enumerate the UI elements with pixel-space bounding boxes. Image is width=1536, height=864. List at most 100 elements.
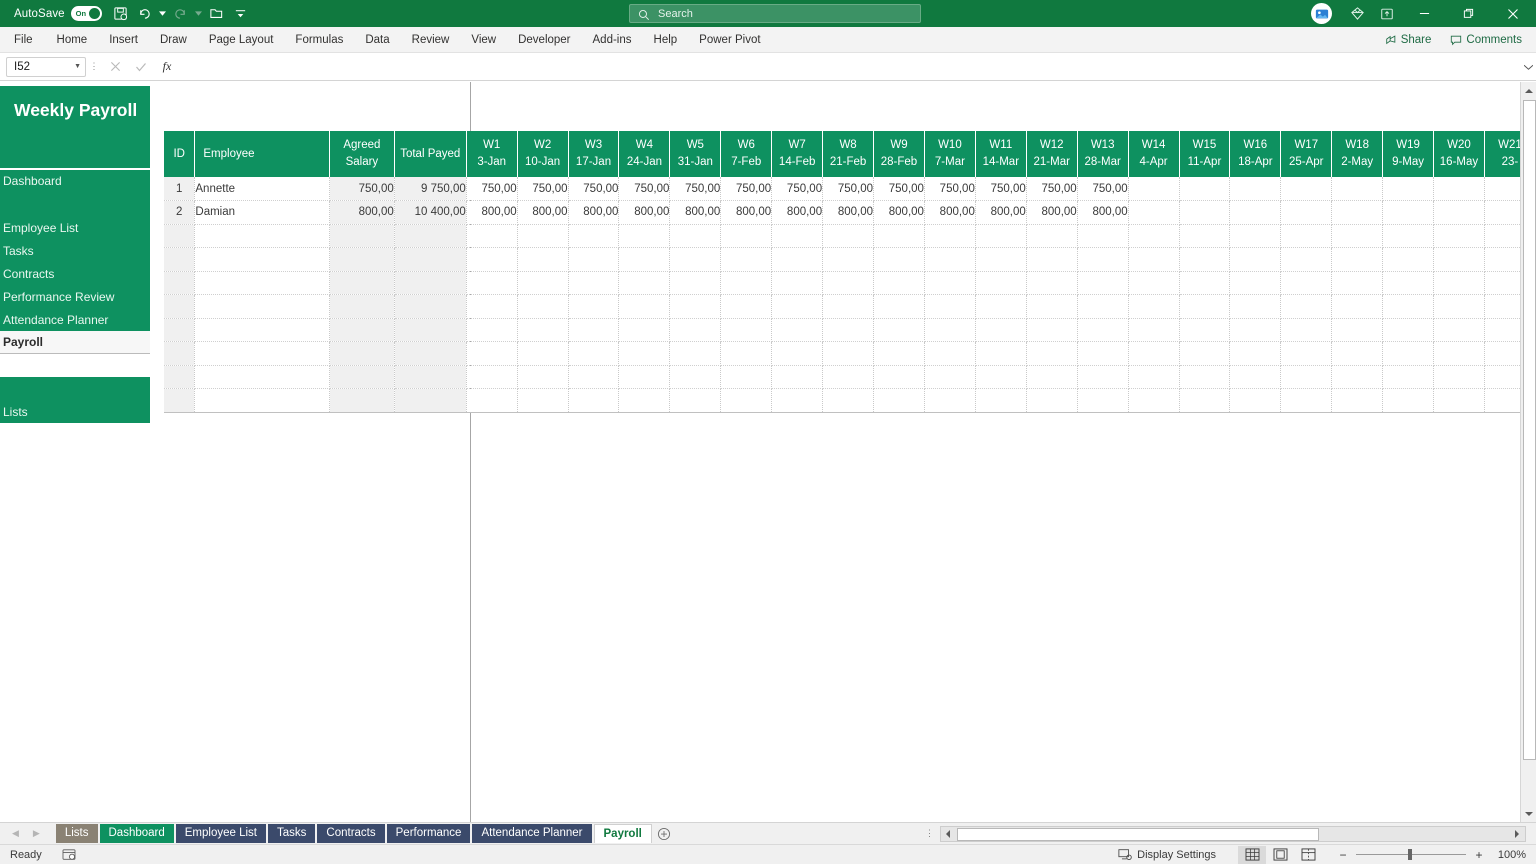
- cell-week-w13[interactable]: [1077, 365, 1129, 389]
- vertical-scrollbar[interactable]: [1520, 82, 1536, 822]
- cell-week-w4[interactable]: [618, 318, 671, 342]
- cell-agreed-salary[interactable]: [329, 341, 395, 366]
- cell-id[interactable]: [164, 318, 196, 342]
- worksheet-canvas[interactable]: Weekly Payroll Dashboard Employee List T…: [0, 82, 1536, 822]
- cell-week-w18[interactable]: [1331, 318, 1384, 342]
- cell-week-w16[interactable]: [1229, 388, 1282, 413]
- autosave-switch[interactable]: On: [70, 6, 102, 21]
- cell-week-w4[interactable]: [618, 365, 671, 389]
- cell-total-payed[interactable]: [394, 341, 467, 366]
- cell-week-w14[interactable]: [1128, 224, 1180, 248]
- cell-week-w18[interactable]: [1331, 388, 1384, 413]
- cell-week-w3[interactable]: [568, 294, 620, 319]
- header-week-w19[interactable]: W19 9-May: [1382, 131, 1434, 177]
- cell-week-w11[interactable]: [975, 224, 1027, 248]
- comments-button[interactable]: Comments: [1442, 31, 1530, 49]
- cell-total-payed[interactable]: [394, 224, 467, 248]
- cell-week-w11[interactable]: [975, 271, 1027, 295]
- cell-week-w6[interactable]: 750,00: [720, 177, 773, 201]
- cell-id[interactable]: [164, 294, 196, 319]
- cell-week-w18[interactable]: [1331, 271, 1384, 295]
- scroll-left-icon[interactable]: [941, 827, 955, 841]
- cell-week-w7[interactable]: [771, 318, 824, 342]
- cell-agreed-salary[interactable]: [329, 318, 395, 342]
- cell-week-w6[interactable]: 800,00: [720, 200, 773, 225]
- cell-week-w3[interactable]: 750,00: [568, 177, 620, 201]
- add-sheet-icon[interactable]: [652, 827, 676, 841]
- cell-week-w7[interactable]: [771, 224, 824, 248]
- cell-week-w9[interactable]: [873, 341, 925, 366]
- cell-week-w20[interactable]: [1433, 318, 1485, 342]
- table-row[interactable]: [164, 271, 1536, 295]
- previous-sheet-icon[interactable]: ◀: [12, 828, 19, 839]
- undo-dropdown-icon[interactable]: [158, 3, 168, 25]
- redo-dropdown-icon[interactable]: [194, 3, 204, 25]
- cell-week-w20[interactable]: [1433, 224, 1485, 248]
- insert-function-icon[interactable]: fx: [154, 54, 180, 80]
- cell-week-w20[interactable]: [1433, 271, 1485, 295]
- cell-week-w16[interactable]: [1229, 200, 1282, 225]
- cell-week-w14[interactable]: [1128, 318, 1180, 342]
- close-button[interactable]: [1490, 0, 1536, 27]
- table-row[interactable]: [164, 224, 1536, 248]
- cell-week-w7[interactable]: 800,00: [771, 200, 824, 225]
- page-break-view-icon[interactable]: [1294, 846, 1322, 864]
- cell-week-w20[interactable]: [1433, 247, 1485, 272]
- sheet-tab-performance[interactable]: Performance: [386, 823, 471, 843]
- cell-week-w9[interactable]: [873, 271, 925, 295]
- cell-week-w7[interactable]: [771, 365, 824, 389]
- scroll-right-icon[interactable]: [1510, 827, 1524, 841]
- cell-week-w3[interactable]: [568, 318, 620, 342]
- header-week-w4[interactable]: W4 24-Jan: [618, 131, 671, 177]
- cell-week-w4[interactable]: [618, 247, 671, 272]
- cell-week-w11[interactable]: [975, 294, 1027, 319]
- cell-total-payed[interactable]: 10 400,00: [394, 200, 467, 225]
- table-row[interactable]: 1 Annette 750,00 9 750,00 750,00 750,00 750,00…: [164, 177, 1536, 201]
- save-icon[interactable]: [110, 3, 132, 25]
- page-layout-view-icon[interactable]: [1266, 846, 1294, 864]
- cell-week-w17[interactable]: [1280, 365, 1333, 389]
- cell-total-payed[interactable]: [394, 271, 467, 295]
- cell-week-w8[interactable]: [822, 224, 875, 248]
- cell-week-w3[interactable]: [568, 341, 620, 366]
- cell-week-w11[interactable]: [975, 247, 1027, 272]
- cell-week-w13[interactable]: [1077, 294, 1129, 319]
- cell-agreed-salary[interactable]: [329, 224, 395, 248]
- cell-week-w14[interactable]: [1128, 247, 1180, 272]
- cell-week-w9[interactable]: [873, 318, 925, 342]
- cell-week-w12[interactable]: 750,00: [1026, 177, 1078, 201]
- diamond-icon[interactable]: [1342, 0, 1372, 27]
- cell-agreed-salary[interactable]: 800,00: [329, 200, 395, 225]
- cell-week-w18[interactable]: [1331, 200, 1384, 225]
- cell-week-w15[interactable]: [1179, 247, 1231, 272]
- cell-week-w18[interactable]: [1331, 247, 1384, 272]
- cell-week-w13[interactable]: [1077, 388, 1129, 413]
- zoom-in-button[interactable]: +: [1474, 848, 1484, 862]
- cell-week-w2[interactable]: 800,00: [517, 200, 569, 225]
- cell-week-w1[interactable]: [466, 365, 518, 389]
- cell-week-w15[interactable]: [1179, 177, 1231, 201]
- cell-week-w11[interactable]: [975, 341, 1027, 366]
- horizontal-scrollbar[interactable]: [940, 825, 1526, 842]
- cell-week-w15[interactable]: [1179, 318, 1231, 342]
- cell-week-w15[interactable]: [1179, 224, 1231, 248]
- cell-week-w9[interactable]: 800,00: [873, 200, 925, 225]
- cell-week-w10[interactable]: [924, 318, 976, 342]
- cell-week-w17[interactable]: [1280, 177, 1333, 201]
- horizontal-scroll-thumb[interactable]: [957, 827, 1319, 841]
- cell-week-w12[interactable]: [1026, 388, 1078, 413]
- cell-id[interactable]: [164, 365, 196, 389]
- table-row[interactable]: [164, 341, 1536, 366]
- cell-week-w5[interactable]: [669, 271, 722, 295]
- ribbon-tab-draw[interactable]: Draw: [149, 27, 198, 53]
- next-sheet-icon[interactable]: ▶: [33, 828, 40, 839]
- cell-week-w16[interactable]: [1229, 341, 1282, 366]
- ribbon-tab-review[interactable]: Review: [401, 27, 461, 53]
- cell-week-w5[interactable]: [669, 224, 722, 248]
- cell-week-w6[interactable]: [720, 271, 773, 295]
- cell-week-w8[interactable]: 750,00: [822, 177, 875, 201]
- cell-week-w17[interactable]: [1280, 200, 1333, 225]
- cell-week-w15[interactable]: [1179, 388, 1231, 413]
- cell-week-w2[interactable]: [517, 365, 569, 389]
- cell-week-w19[interactable]: [1382, 388, 1434, 413]
